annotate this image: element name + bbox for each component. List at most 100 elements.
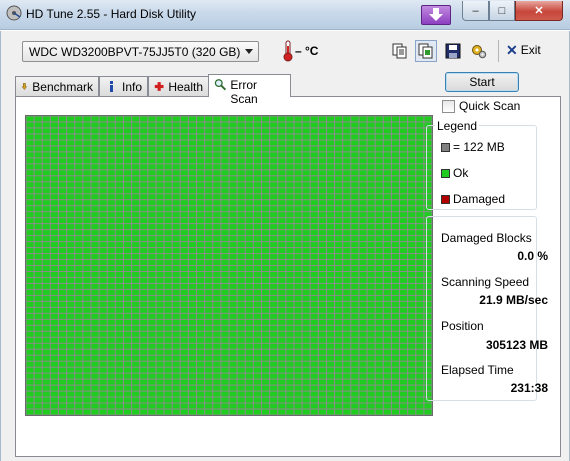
scan-block <box>343 230 351 236</box>
minimize-button[interactable]: – <box>462 1 489 21</box>
scan-block <box>99 319 107 325</box>
scan-block <box>156 403 164 409</box>
scan-block <box>229 379 237 385</box>
scan-block <box>34 379 42 385</box>
scan-block <box>391 403 400 409</box>
scan-block <box>326 361 335 367</box>
scan-block <box>270 122 278 128</box>
scan-block <box>237 295 245 301</box>
scan-block <box>50 277 58 283</box>
quick-scan-checkbox[interactable] <box>442 99 455 113</box>
scan-block <box>229 254 237 260</box>
scan-block <box>164 200 172 206</box>
tab-benchmark[interactable]: Benchmark <box>15 76 99 96</box>
scan-block <box>180 385 188 391</box>
copy-info-button[interactable] <box>389 40 411 62</box>
scan-block <box>164 343 172 349</box>
scan-block <box>123 236 132 242</box>
copy-screenshot-icon <box>418 43 433 59</box>
scan-block <box>310 122 318 128</box>
scan-block <box>132 403 140 409</box>
scan-block <box>123 116 132 122</box>
scan-block <box>286 218 294 224</box>
scan-block <box>237 206 245 212</box>
tab-error-scan[interactable]: Error Scan <box>208 74 291 106</box>
scan-block <box>140 331 148 337</box>
scan-block <box>416 188 424 194</box>
scan-block <box>335 325 343 331</box>
scan-block <box>156 182 164 188</box>
scan-block <box>123 266 132 271</box>
scan-block <box>213 361 221 367</box>
scan-block <box>140 206 148 212</box>
close-button[interactable]: ✕ <box>515 1 563 21</box>
scan-block <box>302 170 310 176</box>
scan-block <box>221 242 229 248</box>
scan-block <box>408 122 416 128</box>
scan-block <box>164 373 172 379</box>
maximize-button[interactable]: □ <box>489 1 515 21</box>
scan-block <box>26 164 34 170</box>
scan-block <box>91 283 99 289</box>
scan-block <box>172 349 180 355</box>
scan-block <box>83 200 91 206</box>
quick-scan-option[interactable]: Quick Scan <box>442 99 520 113</box>
scan-block <box>67 206 75 212</box>
scan-block <box>302 152 310 158</box>
scan-block <box>213 343 221 349</box>
scan-block <box>34 319 42 325</box>
scan-block <box>335 313 343 319</box>
scan-block <box>261 319 270 325</box>
scan-block <box>408 236 416 242</box>
scan-block <box>359 188 367 194</box>
scan-block <box>91 176 99 182</box>
scan-block <box>351 218 359 224</box>
tab-health[interactable]: Health <box>148 76 209 96</box>
scan-block <box>213 194 221 200</box>
scan-block <box>416 218 424 224</box>
scan-block <box>50 397 58 403</box>
scan-block <box>270 158 278 164</box>
exit-button[interactable]: ✕ Exit <box>506 43 541 57</box>
drive-select[interactable]: WDC WD3200BPVT-75JJ5T0 (320 GB) <box>22 41 259 62</box>
scan-block <box>26 391 34 397</box>
scan-block <box>156 170 164 176</box>
scan-block <box>229 248 237 254</box>
scan-block <box>91 260 99 265</box>
scan-block <box>245 158 253 164</box>
options-button[interactable] <box>468 40 490 62</box>
scan-block <box>318 319 326 325</box>
scan-block <box>107 349 115 355</box>
start-button[interactable]: Start <box>445 72 519 92</box>
scan-block <box>400 230 408 236</box>
scan-block <box>383 283 391 289</box>
scan-block <box>75 277 83 283</box>
scan-block <box>367 319 375 325</box>
scan-block <box>197 337 205 343</box>
scan-block <box>164 397 172 403</box>
scan-block <box>318 403 326 409</box>
scan-block <box>205 206 213 212</box>
save-button[interactable] <box>442 40 464 62</box>
scan-block <box>383 230 391 236</box>
scan-block <box>107 295 115 301</box>
scan-block <box>197 295 205 301</box>
scan-block <box>286 385 294 391</box>
scan-block <box>205 116 213 122</box>
scan-block <box>115 200 123 206</box>
scan-block <box>172 206 180 212</box>
scan-block <box>188 146 197 152</box>
scan-block <box>75 128 83 134</box>
download-arrow-button[interactable] <box>421 5 451 25</box>
scan-block <box>221 307 229 313</box>
scan-block <box>99 385 107 391</box>
copy-screenshot-button[interactable] <box>415 40 437 62</box>
scan-block <box>270 260 278 265</box>
scan-block <box>253 325 261 331</box>
scan-block <box>343 409 351 415</box>
scan-block <box>67 313 75 319</box>
scan-block <box>180 349 188 355</box>
scan-block <box>416 116 424 122</box>
tab-info[interactable]: Info <box>99 76 148 96</box>
scan-block <box>335 182 343 188</box>
